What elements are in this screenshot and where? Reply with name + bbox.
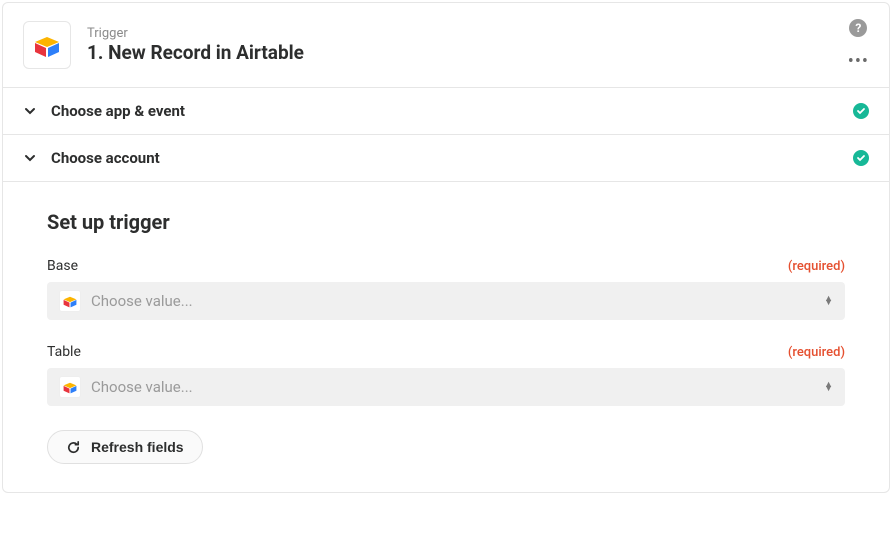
section-account-title: Choose account (51, 149, 839, 167)
section-app-event-title: Choose app & event (51, 102, 839, 120)
field-table-required: (required) (788, 345, 845, 360)
airtable-icon (59, 290, 81, 312)
field-table-label-row: Table (required) (47, 344, 845, 360)
checkmark-icon (853, 150, 869, 166)
refresh-fields-label: Refresh fields (91, 439, 184, 455)
field-base: Base (required) Choose value... ▲▼ (47, 258, 845, 320)
field-base-required: (required) (788, 259, 845, 274)
header-actions: ? ••• (848, 19, 869, 71)
setup-heading: Set up trigger (47, 210, 845, 234)
airtable-logo-icon (32, 32, 62, 58)
chevron-down-icon (23, 151, 37, 165)
more-menu-icon[interactable]: ••• (848, 53, 869, 71)
card-header: Trigger 1. New Record in Airtable ? ••• (3, 3, 889, 88)
airtable-icon (59, 376, 81, 398)
select-arrows-icon: ▲▼ (824, 383, 833, 392)
field-base-label-row: Base (required) (47, 258, 845, 274)
refresh-icon (66, 440, 81, 455)
section-account[interactable]: Choose account (3, 135, 889, 182)
field-table: Table (required) Choose value... ▲▼ (47, 344, 845, 406)
refresh-fields-button[interactable]: Refresh fields (47, 430, 203, 464)
field-table-label: Table (47, 344, 81, 360)
select-arrows-icon: ▲▼ (824, 297, 833, 306)
header-text: Trigger 1. New Record in Airtable (87, 26, 832, 64)
setup-trigger-section: Set up trigger Base (required) Choose va… (3, 182, 889, 492)
header-title: 1. New Record in Airtable (87, 41, 832, 64)
chevron-down-icon (23, 104, 37, 118)
trigger-card: Trigger 1. New Record in Airtable ? ••• … (2, 2, 890, 493)
base-select[interactable]: Choose value... ▲▼ (47, 282, 845, 320)
section-app-event[interactable]: Choose app & event (3, 88, 889, 135)
base-select-placeholder: Choose value... (91, 292, 814, 310)
help-icon[interactable]: ? (849, 19, 867, 37)
table-select-placeholder: Choose value... (91, 378, 814, 396)
airtable-app-icon (23, 21, 71, 69)
header-label: Trigger (87, 26, 832, 41)
checkmark-icon (853, 103, 869, 119)
table-select[interactable]: Choose value... ▲▼ (47, 368, 845, 406)
field-base-label: Base (47, 258, 78, 274)
